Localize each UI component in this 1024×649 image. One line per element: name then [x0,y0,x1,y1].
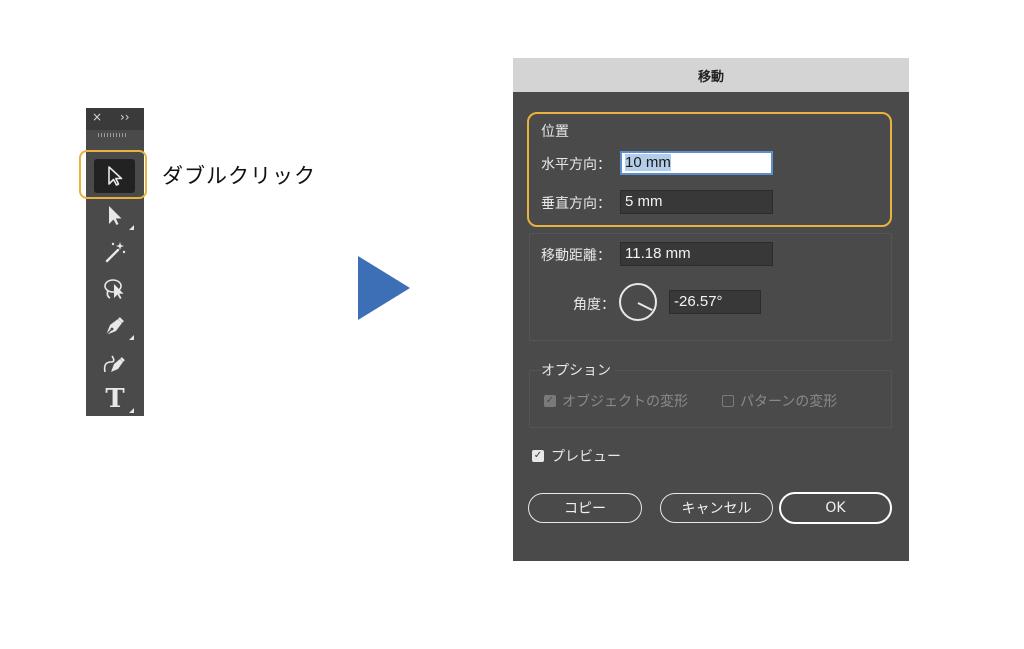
curvature-tool[interactable] [95,346,135,380]
lasso-tool[interactable] [95,272,135,306]
distance-label: 移動距離： [541,248,611,264]
curvature-pen-icon [103,355,125,373]
transform-patterns-checkbox[interactable] [722,395,734,407]
angle-dial[interactable] [619,283,657,321]
distance-input[interactable]: 11.18 mm [620,242,773,266]
position-highlight [527,112,892,227]
transform-objects-label: オブジェクトの変形 [562,394,688,410]
transform-objects-checkbox[interactable]: ✓ [544,395,556,407]
dialog-title: 移動 [513,58,909,92]
right-arrow-icon [358,256,410,320]
angle-input[interactable]: -26.57° [669,290,761,314]
lasso-icon [104,279,124,299]
arrow-filled-icon [109,206,122,225]
angle-label: 角度： [573,297,615,313]
angle-dial-needle [637,302,653,312]
type-tool[interactable]: T [95,382,135,416]
double-click-callout: ダブルクリック [162,164,316,188]
magic-wand-icon [105,242,126,263]
magic-wand-tool[interactable] [95,235,135,269]
flyout-corner [129,225,134,230]
type-icon: T [105,384,125,414]
close-icon[interactable]: × [92,110,102,124]
transform-patterns-label: パターンの変形 [740,394,838,410]
tools-panel-header: × ›› [86,108,144,130]
ok-button[interactable]: OK [779,492,892,524]
pen-tool[interactable] [95,309,135,343]
options-legend: オプション [541,360,615,380]
grip-handle[interactable] [98,133,128,137]
selection-tool-highlight [79,150,147,199]
copy-button[interactable]: コピー [528,493,642,523]
expand-icon[interactable]: ›› [120,110,130,124]
cancel-button[interactable]: キャンセル [660,493,773,523]
direct-selection-tool[interactable] [95,199,135,233]
flyout-corner [129,335,134,340]
preview-label: プレビュー [551,449,621,465]
pen-icon [105,317,124,336]
flyout-corner [129,408,134,413]
preview-checkbox[interactable]: ✓ [532,450,544,462]
